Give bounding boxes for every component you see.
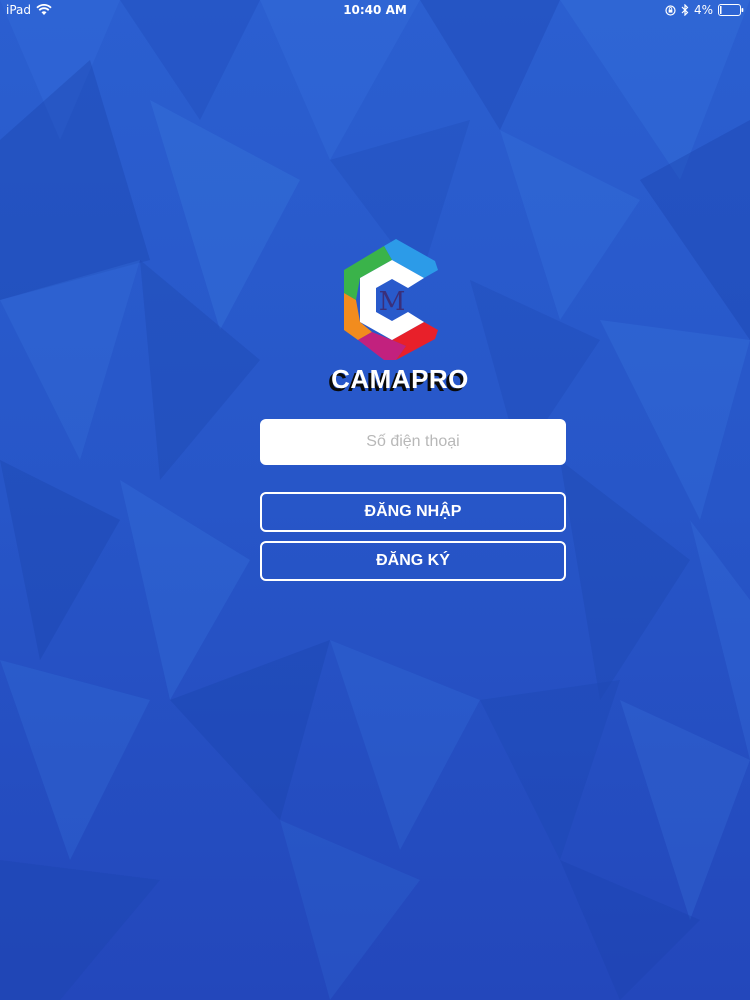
status-right: 4% — [660, 3, 744, 17]
register-button[interactable]: ĐĂNG KÝ — [260, 541, 566, 581]
camapro-logo: M — [344, 239, 438, 360]
orientation-lock-icon — [665, 4, 676, 16]
status-bar: iPad 10:40 AM 4% — [0, 0, 750, 20]
register-button-label: ĐĂNG KÝ — [376, 552, 450, 569]
phone-number-input[interactable] — [260, 419, 566, 465]
brand-name: CAMAPRO — [331, 364, 469, 394]
battery-percent: 4% — [693, 3, 713, 17]
logo-letter: M — [379, 287, 406, 317]
login-button-label: ĐĂNG NHẬP — [364, 503, 462, 520]
login-button[interactable]: ĐĂNG NHẬP — [260, 492, 566, 532]
bluetooth-icon — [681, 4, 689, 16]
status-time: 10:40 AM — [343, 3, 407, 17]
battery-icon — [718, 4, 744, 16]
